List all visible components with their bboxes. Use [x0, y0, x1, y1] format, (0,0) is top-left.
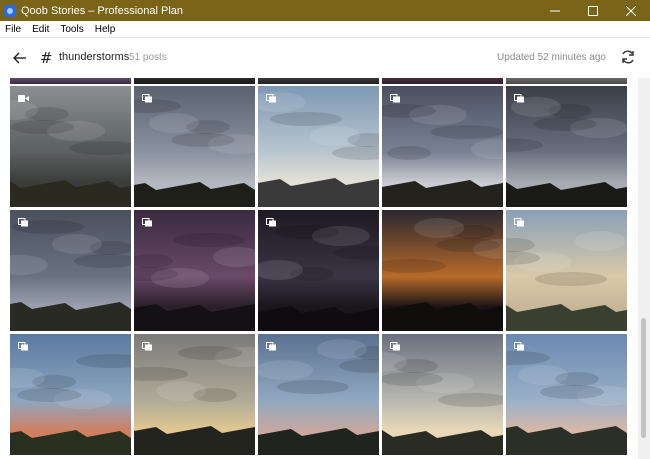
- app-window: Qoob Stories – Professional Plan File Ed…: [0, 0, 650, 459]
- gallery-badge-icon: [390, 342, 400, 351]
- thumbnail-image: [506, 97, 627, 207]
- minimize-icon: [550, 10, 560, 11]
- thumbnail-image: [382, 104, 503, 207]
- title-bar: Qoob Stories – Professional Plan: [0, 0, 650, 21]
- app-logo-icon: [4, 4, 16, 17]
- post-thumbnail[interactable]: [506, 86, 627, 207]
- gallery-badge-icon: [266, 94, 276, 103]
- refresh-button[interactable]: [620, 49, 636, 65]
- gallery-badge-icon: [514, 94, 524, 103]
- menu-tools[interactable]: Tools: [55, 24, 89, 35]
- post-thumbnail[interactable]: [258, 334, 379, 455]
- post-thumbnail[interactable]: [382, 334, 503, 455]
- post-thumbnail[interactable]: [134, 86, 255, 207]
- gallery-badge-icon: [514, 218, 524, 227]
- thumbnail-image: [134, 233, 255, 331]
- gallery-badge-icon: [142, 342, 152, 351]
- gallery-badge-icon: [266, 218, 276, 227]
- gallery-badge-icon: [514, 342, 524, 351]
- gallery-badge-icon: [18, 218, 28, 227]
- arrow-left-icon: [13, 52, 26, 64]
- post-thumbnail[interactable]: [258, 86, 379, 207]
- maximize-button[interactable]: [574, 0, 612, 21]
- thumbnail-image: [134, 99, 255, 207]
- hashtag-icon: #: [40, 49, 53, 67]
- gallery-badge-icon: [266, 342, 276, 351]
- post-thumbnail[interactable]: [134, 210, 255, 331]
- hashtag-title: thunderstorms: [59, 51, 130, 63]
- post-thumbnail[interactable]: [382, 210, 503, 331]
- scrollbar-thumb[interactable]: [641, 318, 646, 438]
- post-thumbnail[interactable]: [258, 210, 379, 331]
- thumbnail-image: [258, 225, 379, 331]
- window-controls: [536, 0, 650, 21]
- thumbnail-image: [134, 346, 255, 455]
- maximize-icon: [588, 5, 598, 16]
- thumbnail-image: [506, 351, 627, 455]
- post-thumbnail[interactable]: [10, 334, 131, 455]
- post-thumbnail[interactable]: [506, 78, 627, 84]
- close-icon: [626, 5, 636, 16]
- thumbnail-image: [382, 218, 503, 331]
- post-thumbnail[interactable]: [10, 210, 131, 331]
- post-thumbnail[interactable]: [258, 78, 379, 84]
- thumbnail-image: [506, 231, 627, 331]
- thumbnail-image: [258, 92, 379, 207]
- refresh-icon: [622, 50, 634, 64]
- post-count: 51 posts: [129, 52, 167, 63]
- minimize-button[interactable]: [536, 0, 574, 21]
- post-thumbnail[interactable]: [382, 78, 503, 84]
- video-badge-icon: [18, 95, 29, 102]
- gallery-badge-icon: [142, 218, 152, 227]
- posts-grid: [0, 78, 638, 459]
- post-thumbnail[interactable]: [506, 334, 627, 455]
- menu-bar: File Edit Tools Help: [0, 21, 650, 38]
- updated-status: Updated 52 minutes ago: [497, 52, 606, 63]
- post-thumbnail[interactable]: [382, 86, 503, 207]
- thumbnail-image: [10, 220, 131, 331]
- post-thumbnail[interactable]: [134, 78, 255, 84]
- menu-edit[interactable]: Edit: [27, 24, 55, 35]
- back-button[interactable]: [12, 50, 28, 66]
- post-thumbnail[interactable]: [134, 334, 255, 455]
- window-title: Qoob Stories – Professional Plan: [21, 4, 184, 17]
- thumbnail-image: [258, 339, 379, 455]
- close-button[interactable]: [612, 0, 650, 21]
- menu-help[interactable]: Help: [90, 24, 122, 35]
- post-thumbnail[interactable]: [506, 210, 627, 331]
- menu-file[interactable]: File: [0, 24, 27, 35]
- post-thumbnail[interactable]: [10, 78, 131, 84]
- thumbnail-image: [10, 100, 131, 207]
- vertical-scrollbar[interactable]: [638, 78, 650, 459]
- gallery-badge-icon: [390, 94, 400, 103]
- thumbnail-image: [382, 352, 503, 455]
- gallery-badge-icon: [18, 342, 28, 351]
- thumbnail-image: [10, 354, 131, 455]
- gallery-badge-icon: [142, 94, 152, 103]
- post-thumbnail[interactable]: [10, 86, 131, 207]
- page-header: # thunderstorms 51 posts Updated 52 minu…: [0, 38, 650, 78]
